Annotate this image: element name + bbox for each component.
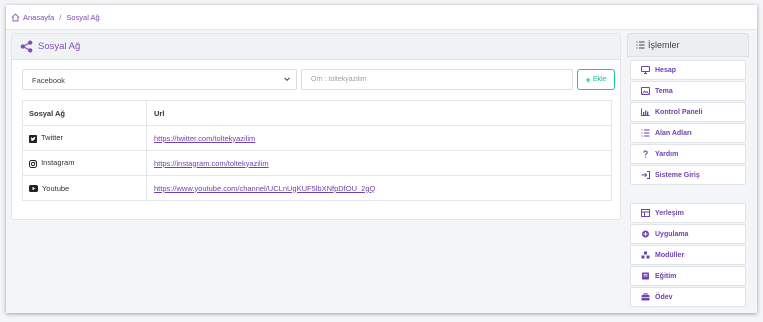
network-select[interactable]: Facebook — [22, 69, 297, 90]
app-frame: Anasayfa / Sosyal Ağ Sosyal Ağ Facebook — [6, 5, 757, 313]
app-icon — [642, 230, 649, 238]
network-name: Twitter — [40, 133, 64, 143]
card-title: Sosyal Ağ — [38, 41, 81, 52]
sidebar-item-label: Eğitim — [655, 272, 677, 280]
image-icon — [641, 87, 650, 95]
sidebar-group-2: Yerleşim Uygulama Modüller Eğitim Ödev — [627, 200, 749, 307]
sidebar-item-label: Yerleşim — [655, 209, 684, 217]
briefcase-icon — [641, 293, 650, 301]
sidebar-item-label: Yardım — [655, 150, 679, 158]
url-cell: https://twitter.com/toltekyazilim — [146, 125, 612, 151]
instagram-icon — [29, 159, 37, 168]
card-header: Sosyal Ağ — [12, 34, 620, 60]
network-url-link[interactable]: https://instagram.com/toltekyazilim — [154, 159, 269, 168]
sidebar-title: İşlemler — [648, 40, 680, 50]
sidebar-item-egitim[interactable]: Eğitim — [630, 266, 746, 286]
network-select-value: Facebook — [32, 76, 65, 85]
table-row: Twitter https://twitter.com/toltekyazili… — [22, 125, 612, 151]
sidebar-item-uygulama[interactable]: Uygulama — [630, 224, 746, 244]
plus-icon: + — [585, 74, 591, 85]
sidebar-item-moduller[interactable]: Modüller — [630, 245, 746, 265]
network-cell: Youtube — [22, 175, 147, 201]
chevron-down-icon — [284, 77, 290, 82]
url-input[interactable] — [301, 69, 573, 90]
list-icon — [636, 41, 645, 49]
question-icon — [643, 150, 648, 158]
sidebar-header: İşlemler — [627, 33, 749, 57]
table-header-row: Sosyal Ağ Url — [22, 100, 612, 126]
network-name: Instagram — [41, 158, 75, 168]
actions-sidebar: İşlemler Hesap Tema Kontrol Paneli Alan … — [627, 33, 749, 313]
network-url-link[interactable]: https://www.youtube.com/channel/UCLnUgKU… — [154, 184, 375, 193]
sidebar-item-label: Modüller — [655, 251, 685, 259]
url-cell: https://instagram.com/toltekyazilim — [146, 150, 612, 176]
sidebar-item-label: Hesap — [655, 66, 677, 74]
layout-icon — [641, 209, 650, 217]
network-url-link[interactable]: https://twitter.com/toltekyazilim — [154, 134, 255, 143]
sidebar-item-label: Ödev — [655, 293, 673, 301]
login-icon — [641, 171, 650, 179]
network-cell: Twitter — [22, 125, 147, 151]
book-icon — [642, 272, 649, 280]
monitor-icon — [641, 66, 650, 74]
breadcrumb: Anasayfa / Sosyal Ağ — [6, 5, 757, 30]
sidebar-item-label: Alan Adları — [655, 129, 692, 137]
url-cell: https://www.youtube.com/channel/UCLnUgKU… — [146, 175, 612, 201]
add-button[interactable]: + Ekle — [577, 69, 615, 90]
sidebar-item-label: Kontrol Paneli — [655, 108, 703, 116]
sidebar-item-label: Sisteme Giriş — [655, 171, 700, 179]
column-header-network: Sosyal Ağ — [22, 100, 147, 126]
youtube-icon — [29, 185, 38, 193]
social-network-table: Sosyal Ağ Url Twitter https://twitter.co… — [22, 100, 612, 201]
social-network-card: Sosyal Ağ Facebook + Ekle Sosyal Ağ Url — [11, 33, 621, 220]
network-name: Youtube — [41, 183, 70, 193]
list-icon — [641, 129, 650, 137]
add-network-form: Facebook + Ekle — [22, 69, 615, 90]
sidebar-item-label: Tema — [655, 87, 673, 95]
sidebar-item-hesap[interactable]: Hesap — [630, 60, 746, 80]
sidebar-group-1: Hesap Tema Kontrol Paneli Alan Adları Ya… — [627, 57, 749, 185]
table-row: Instagram https://instagram.com/toltekya… — [22, 150, 612, 176]
sidebar-item-odev[interactable]: Ödev — [630, 287, 746, 307]
sidebar-item-yardim[interactable]: Yardım — [630, 144, 746, 164]
network-cell: Instagram — [22, 150, 147, 176]
modules-icon — [641, 251, 650, 259]
table-row: Youtube https://www.youtube.com/channel/… — [22, 175, 612, 201]
sidebar-item-yerlesim[interactable]: Yerleşim — [630, 203, 746, 223]
twitter-icon — [29, 134, 37, 143]
breadcrumb-separator: / — [59, 12, 62, 22]
add-button-label: Ekle — [592, 76, 607, 83]
home-icon — [11, 13, 20, 21]
breadcrumb-current: Sosyal Ağ — [66, 12, 100, 22]
sidebar-item-kontrol-paneli[interactable]: Kontrol Paneli — [630, 102, 746, 122]
sidebar-item-alan-adlari[interactable]: Alan Adları — [630, 123, 746, 143]
sidebar-item-label: Uygulama — [655, 230, 689, 238]
share-icon — [20, 40, 33, 53]
sidebar-item-sisteme-giris[interactable]: Sisteme Giriş — [630, 165, 746, 185]
column-header-url: Url — [146, 100, 612, 126]
chart-icon — [641, 108, 650, 116]
sidebar-item-tema[interactable]: Tema — [630, 81, 746, 101]
breadcrumb-home-link[interactable]: Anasayfa — [23, 13, 54, 22]
